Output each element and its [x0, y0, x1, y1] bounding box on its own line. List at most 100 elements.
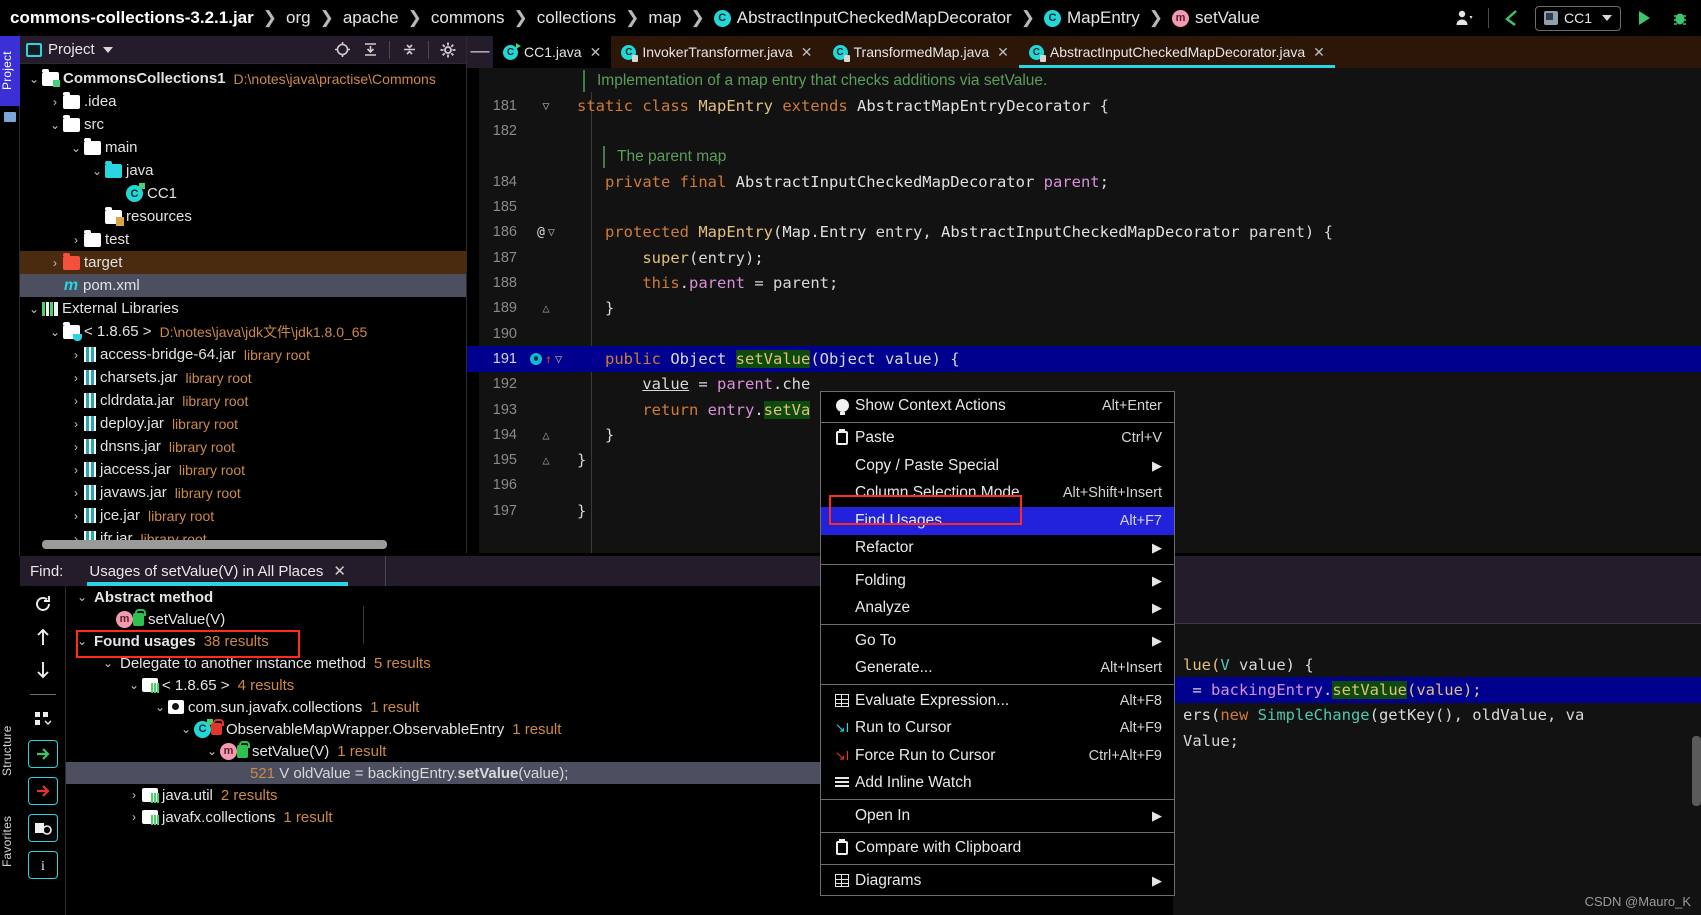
chevron-right-icon[interactable]: ›: [68, 440, 84, 454]
menu-item-copy-paste-special[interactable]: Copy / Paste Special ▶: [821, 452, 1174, 480]
code-line-184[interactable]: 184 private final AbstractInputCheckedMa…: [467, 169, 1701, 194]
breadcrumb-item-setvalue[interactable]: m setValue: [1171, 8, 1260, 28]
chevron-right-icon[interactable]: ›: [47, 256, 63, 270]
menu-item-show-context-actions[interactable]: Show Context Actions Alt+Enter: [821, 392, 1174, 420]
menu-item-column-selection-mode[interactable]: Column Selection Mode Alt+Shift+Insert: [821, 480, 1174, 508]
fold-end-icon[interactable]: △: [542, 453, 549, 467]
breadcrumb-item-mapentry[interactable]: C MapEntry: [1043, 8, 1140, 28]
close-icon[interactable]: ✕: [1313, 44, 1325, 61]
fold-end-icon[interactable]: △: [542, 301, 549, 315]
gear-icon[interactable]: [436, 39, 460, 61]
project-tree-item[interactable]: › .idea: [20, 90, 466, 113]
editor-tab-transformedmap[interactable]: C TransformedMap.java ✕: [822, 36, 1019, 68]
chevron-down-icon[interactable]: ⌄: [74, 634, 90, 648]
breadcrumb-item-decorator[interactable]: C AbstractInputCheckedMapDecorator: [713, 8, 1012, 28]
code-line-185[interactable]: 185: [467, 194, 1701, 219]
menu-item-diagrams[interactable]: Diagrams ▶: [821, 867, 1174, 895]
breadcrumb-item-commons[interactable]: commons: [431, 8, 505, 28]
chevron-down-icon[interactable]: [102, 46, 113, 53]
chevron-right-icon[interactable]: ›: [47, 95, 63, 109]
fold-gutter[interactable]: △: [523, 428, 569, 442]
project-tree-item[interactable]: › charsets.jar library root: [20, 366, 466, 389]
project-tree-item[interactable]: ›mpom.xml: [20, 274, 466, 297]
next-occurrence-icon[interactable]: [30, 658, 56, 682]
menu-item-run-to-cursor[interactable]: ↘I Run to Cursor Alt+F9: [821, 715, 1174, 743]
back-arrow-icon[interactable]: [1499, 5, 1525, 31]
group-by-icon[interactable]: [30, 707, 56, 731]
chevron-right-icon[interactable]: ›: [68, 486, 84, 500]
chevron-right-icon[interactable]: ›: [68, 371, 84, 385]
sidebar-item-project[interactable]: Project: [0, 36, 20, 106]
chevron-down-icon[interactable]: ⌄: [100, 656, 116, 670]
export-icon[interactable]: [27, 814, 58, 842]
chevron-right-icon[interactable]: ›: [68, 509, 84, 523]
fold-gutter[interactable]: △: [523, 453, 569, 467]
breadcrumb-item-jar[interactable]: commons-collections-3.2.1.jar: [10, 8, 254, 28]
breadcrumb-item-map[interactable]: map: [648, 8, 681, 28]
project-tree-item[interactable]: ⌄ src: [20, 113, 466, 136]
chevron-down-icon[interactable]: ⌄: [126, 678, 142, 692]
project-tree-item[interactable]: › target: [20, 251, 466, 274]
prev-occurrence-icon[interactable]: [30, 625, 56, 649]
project-tree-item[interactable]: › jaccess.jar library root: [20, 458, 466, 481]
collapse-all-icon[interactable]: [358, 39, 382, 61]
breadcrumb-item-org[interactable]: org: [286, 8, 311, 28]
preview-scrollbar[interactable]: [1692, 736, 1701, 806]
project-tree-item[interactable]: ⌄ CommonsCollections1 D:\notes\java\practi…: [20, 67, 466, 90]
menu-item-paste[interactable]: Paste Ctrl+V: [821, 425, 1174, 453]
chevron-down-icon[interactable]: ⌄: [74, 590, 90, 604]
chevron-down-icon[interactable]: ⌄: [152, 700, 168, 714]
code-line-181[interactable]: 181 ▽ static class MapEntry extends Abst…: [467, 93, 1701, 118]
menu-item-refactor[interactable]: Refactor ▶: [821, 535, 1174, 563]
code-line-182[interactable]: 182: [467, 119, 1701, 144]
breadcrumb-item-apache[interactable]: apache: [343, 8, 399, 28]
fold-gutter[interactable]: △: [523, 301, 569, 315]
project-tree-item[interactable]: ⌄ java: [20, 159, 466, 182]
project-tree-item[interactable]: › deploy.jar library root: [20, 412, 466, 435]
rerun-icon[interactable]: [30, 592, 56, 616]
close-icon[interactable]: ✕: [801, 44, 813, 61]
locate-icon[interactable]: [330, 39, 354, 61]
code-line-187[interactable]: 187 super(entry);: [467, 245, 1701, 270]
code-line-191[interactable]: 191 ↑ ▽ public Object setValue(Object va…: [467, 346, 1701, 372]
chevron-down-icon[interactable]: ⌄: [47, 118, 63, 132]
editor-tab-abstractinputcheckedmapdecorator[interactable]: C AbstractInputCheckedMapDecorator.java …: [1018, 36, 1335, 68]
menu-item-find-usages[interactable]: Find Usages Alt+F7: [821, 507, 1174, 535]
chevron-down-icon[interactable]: ⌄: [47, 325, 63, 339]
user-icon[interactable]: [1452, 5, 1478, 31]
breadcrumb-item-collections[interactable]: collections: [537, 8, 616, 28]
chevron-right-icon[interactable]: ›: [68, 348, 84, 362]
project-tree-item[interactable]: › javaws.jar library root: [20, 481, 466, 504]
chevron-right-icon[interactable]: ›: [68, 463, 84, 477]
chevron-down-icon[interactable]: ⌄: [178, 722, 194, 736]
project-tree-item[interactable]: › jce.jar library root: [20, 504, 466, 527]
folder-icon[interactable]: [4, 112, 16, 122]
editor-tab-cc1[interactable]: C CC1.java ✕: [493, 36, 612, 68]
chevron-down-icon[interactable]: ⌄: [26, 302, 42, 316]
code-line-186[interactable]: 186 @ ▽ protected MapEntry(Map.Entry entr…: [467, 220, 1701, 245]
chevron-down-icon[interactable]: ⌄: [204, 744, 220, 758]
project-tree-item[interactable]: ⌄ External Libraries: [20, 297, 466, 320]
run-configuration-selector[interactable]: CC1: [1534, 5, 1621, 31]
menu-item-compare-with-clipboard[interactable]: Compare with Clipboard: [821, 835, 1174, 863]
override-marker-icon[interactable]: [529, 352, 542, 365]
project-tree-item[interactable]: ›CCC1: [20, 182, 466, 205]
menu-item-folding[interactable]: Folding ▶: [821, 567, 1174, 595]
project-tree-item[interactable]: ›resources: [20, 205, 466, 228]
fold-open-icon[interactable]: ▽: [548, 225, 555, 239]
debug-icon[interactable]: [1667, 5, 1693, 31]
sidebar-item-favorites[interactable]: Favorites: [0, 799, 20, 884]
fold-open-icon[interactable]: ▽: [555, 352, 562, 366]
code-line-190[interactable]: 190: [467, 321, 1701, 346]
chevron-right-icon[interactable]: ›: [68, 233, 84, 247]
project-tree-item[interactable]: › test: [20, 228, 466, 251]
expand-all-icon[interactable]: [27, 740, 58, 768]
code-line-189[interactable]: 189 △ }: [467, 296, 1701, 321]
code-line-188[interactable]: 188 this.parent = parent;: [467, 270, 1701, 295]
chevron-right-icon[interactable]: ›: [68, 394, 84, 408]
project-tree-item[interactable]: › dnsns.jar library root: [20, 435, 466, 458]
close-icon[interactable]: ✕: [590, 44, 602, 61]
menu-item-generate[interactable]: Generate... Alt+Insert: [821, 655, 1174, 683]
close-icon[interactable]: ✕: [997, 44, 1009, 61]
editor-context-menu[interactable]: Show Context Actions Alt+Enter Paste Ctrl+V…: [820, 391, 1175, 896]
